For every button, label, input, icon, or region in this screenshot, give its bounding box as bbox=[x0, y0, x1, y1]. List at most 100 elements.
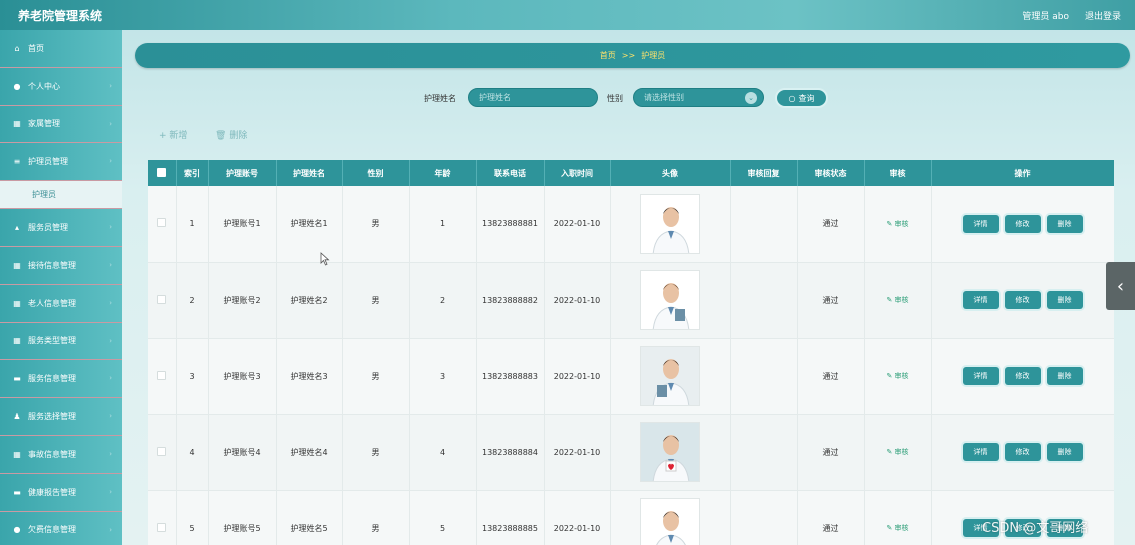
row-select-cell[interactable] bbox=[148, 414, 177, 491]
chevron-right-icon: › bbox=[109, 119, 112, 128]
cell-account: 护理账号2 bbox=[208, 262, 277, 339]
column-header-10: 审核 bbox=[864, 160, 932, 186]
logout-link[interactable]: 退出登录 bbox=[1085, 9, 1121, 22]
sidebar-item-0[interactable]: ⌂ 首页 bbox=[0, 30, 122, 68]
sidebar-item-12[interactable]: ● 欠费信息管理 › bbox=[0, 511, 122, 545]
detail-button[interactable]: 详情 bbox=[962, 367, 999, 385]
query-button-label: 查询 bbox=[798, 93, 815, 103]
sidebar-item-8[interactable]: ▬ 服务信息管理 › bbox=[0, 360, 122, 399]
cell-audit: ✎ 审核 bbox=[864, 262, 932, 339]
avatar bbox=[640, 422, 700, 482]
sidebar-item-6[interactable]: ▦ 老人信息管理 › bbox=[0, 284, 122, 323]
batch-delete-button[interactable]: 🗑 删除 bbox=[215, 128, 247, 141]
gender-select[interactable]: 请选择性别 ⌄ bbox=[633, 88, 764, 107]
cell-age: 2 bbox=[409, 262, 477, 339]
audit-link[interactable]: ✎ 审核 bbox=[886, 524, 908, 532]
breadcrumb-home[interactable]: 首页 bbox=[600, 50, 616, 61]
row-checkbox[interactable] bbox=[157, 446, 167, 456]
cell-status: 通过 bbox=[797, 338, 865, 415]
edit-button[interactable]: 修改 bbox=[1004, 214, 1041, 233]
sidebar-item-11[interactable]: ▬ 健康报告管理 › bbox=[0, 473, 122, 512]
sidebar-item-3[interactable]: ≡ 护理员管理 › bbox=[0, 143, 122, 182]
edit-icon: ✎ bbox=[886, 372, 895, 380]
edit-icon: ✎ bbox=[886, 448, 895, 456]
query-button[interactable]: ○ 查询 bbox=[775, 88, 828, 108]
cell-actions: 详情 修改 删除 bbox=[931, 414, 1114, 491]
sidebar-item-7[interactable]: ▦ 服务类型管理 › bbox=[0, 322, 122, 361]
table-row: 2 护理账号2 护理姓名2 男 2 13823888882 2022-01-10 通过 ✎ 审核… bbox=[148, 262, 1114, 339]
sidebar-item-2[interactable]: ▦ 家属管理 › bbox=[0, 105, 122, 144]
mouse-cursor-icon bbox=[320, 252, 330, 266]
edit-button[interactable]: 修改 bbox=[1004, 367, 1041, 385]
cell-avatar bbox=[610, 414, 731, 491]
select-all-header[interactable] bbox=[148, 160, 177, 186]
name-search-label: 护理姓名 bbox=[424, 94, 456, 103]
chevron-right-icon: › bbox=[109, 525, 112, 534]
grid-icon: ▦ bbox=[13, 449, 21, 459]
row-select-cell[interactable] bbox=[148, 338, 177, 415]
name-search-input[interactable]: 护理姓名 bbox=[468, 88, 598, 107]
cell-status: 通过 bbox=[797, 490, 865, 545]
row-select-cell[interactable] bbox=[148, 490, 177, 545]
column-header-8: 审核回复 bbox=[730, 160, 798, 186]
person-icon: ♟ bbox=[13, 412, 21, 422]
row-checkbox[interactable] bbox=[157, 370, 167, 380]
detail-button[interactable]: 详情 bbox=[962, 214, 999, 233]
row-select-cell[interactable] bbox=[148, 262, 177, 339]
batch-delete-label: 删除 bbox=[229, 131, 248, 141]
audit-link[interactable]: ✎ 审核 bbox=[886, 448, 908, 456]
sidebar-item-label: 健康报告管理 bbox=[28, 487, 76, 497]
row-checkbox[interactable] bbox=[157, 294, 167, 304]
delete-button[interactable]: 删除 bbox=[1046, 443, 1083, 461]
delete-button[interactable]: 删除 bbox=[1046, 367, 1083, 385]
chevron-right-icon: › bbox=[109, 449, 112, 458]
row-checkbox[interactable] bbox=[157, 218, 167, 228]
edit-icon: ✎ bbox=[886, 219, 895, 228]
cell-audit: ✎ 审核 bbox=[864, 490, 932, 545]
cell-account: 护理账号1 bbox=[208, 186, 277, 263]
edit-button[interactable]: 修改 bbox=[1004, 291, 1041, 309]
sidebar-item-5[interactable]: ▦ 接待信息管理 › bbox=[0, 246, 122, 285]
delete-button[interactable]: 删除 bbox=[1046, 214, 1083, 233]
row-select-cell[interactable] bbox=[148, 186, 177, 263]
sidebar-item-4[interactable]: ▴ 服务员管理 › bbox=[0, 209, 122, 247]
cell-date: 2022-01-10 bbox=[544, 262, 611, 339]
breadcrumb: 首页 >> 护理员 bbox=[135, 43, 1130, 68]
table-row: 1 护理账号1 护理姓名1 男 1 13823888881 2022-01-10 通过 ✎ 审核… bbox=[148, 186, 1114, 263]
detail-button[interactable]: 详情 bbox=[962, 291, 999, 309]
audit-link-label: 审核 bbox=[894, 372, 909, 380]
cell-index: 5 bbox=[176, 490, 209, 545]
chevron-right-icon: › bbox=[109, 487, 112, 496]
add-button[interactable]: + 新增 bbox=[159, 128, 187, 141]
table-row: 3 护理账号3 护理姓名3 男 3 13823888883 2022-01-10 通过 ✎ 审核… bbox=[148, 338, 1114, 415]
sidebar-item-10[interactable]: ▦ 事故信息管理 › bbox=[0, 435, 122, 474]
grid-icon: ▦ bbox=[13, 119, 21, 129]
select-all-checkbox[interactable] bbox=[157, 167, 167, 177]
cell-name: 护理姓名3 bbox=[276, 338, 343, 415]
audit-link[interactable]: ✎ 审核 bbox=[886, 220, 908, 228]
sidebar-item-9[interactable]: ♟ 服务选择管理 › bbox=[0, 398, 122, 436]
cell-reply bbox=[730, 338, 798, 415]
table-row: 5 护理账号5 护理姓名5 男 5 13823888885 2022-01-10 通过 ✎ 审核… bbox=[148, 490, 1114, 545]
cell-name: 护理姓名2 bbox=[276, 262, 343, 339]
row-checkbox[interactable] bbox=[157, 522, 167, 532]
sidebar-item-label: 护理员管理 bbox=[28, 157, 68, 167]
cell-index: 4 bbox=[176, 414, 209, 491]
list-icon: ≡ bbox=[13, 157, 21, 167]
top-bar: 养老院管理系统 管理员 abo 退出登录 bbox=[0, 0, 1135, 30]
column-header-11: 操作 bbox=[931, 160, 1114, 186]
collapse-chevron-left-icon[interactable]: ‹ bbox=[1106, 262, 1135, 310]
cell-date: 2022-01-10 bbox=[544, 414, 611, 491]
detail-button[interactable]: 详情 bbox=[962, 443, 999, 461]
grid-icon: ▦ bbox=[13, 260, 21, 270]
cell-age: 5 bbox=[409, 490, 477, 545]
audit-link[interactable]: ✎ 审核 bbox=[886, 372, 908, 380]
audit-link[interactable]: ✎ 审核 bbox=[886, 296, 908, 304]
sidebar-item-label: 事故信息管理 bbox=[28, 449, 76, 459]
edit-icon: ✎ bbox=[886, 296, 895, 304]
cell-phone: 13823888882 bbox=[476, 262, 545, 339]
cell-avatar bbox=[610, 490, 731, 545]
sidebar-subitem-nurse[interactable]: 护理员 bbox=[0, 181, 122, 210]
edit-button[interactable]: 修改 bbox=[1004, 443, 1041, 461]
delete-button[interactable]: 删除 bbox=[1046, 291, 1083, 309]
